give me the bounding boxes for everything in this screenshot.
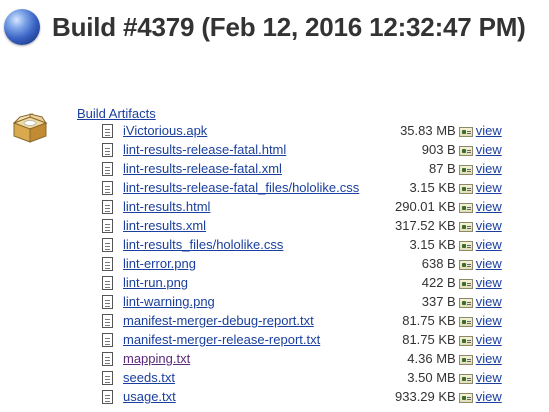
- artifact-link[interactable]: lint-error.png: [123, 256, 196, 271]
- view-link[interactable]: view: [476, 142, 502, 157]
- artifact-row: lint-results-release-fatal.xml 87 B view: [102, 159, 502, 178]
- artifact-link[interactable]: usage.txt: [123, 389, 176, 404]
- artifact-row: usage.txt 933.29 KB view: [102, 387, 502, 406]
- fingerprint-icon[interactable]: [458, 202, 473, 213]
- artifact-row: manifest-merger-release-report.txt 81.75 …: [102, 330, 502, 349]
- artifact-row: lint-run.png 422 B view: [102, 273, 502, 292]
- document-icon: [102, 238, 113, 253]
- view-link[interactable]: view: [476, 332, 502, 347]
- fingerprint-icon[interactable]: [458, 392, 473, 403]
- fingerprint-icon[interactable]: [458, 297, 473, 308]
- view-link[interactable]: view: [476, 275, 502, 290]
- artifact-link[interactable]: lint-results-release-fatal.html: [123, 142, 286, 157]
- fingerprint-icon[interactable]: [458, 164, 473, 175]
- view-link[interactable]: view: [476, 180, 502, 195]
- document-icon: [102, 143, 113, 158]
- view-link[interactable]: view: [476, 370, 502, 385]
- document-icon: [102, 352, 113, 367]
- fingerprint-icon[interactable]: [458, 221, 473, 232]
- document-icon: [102, 200, 113, 215]
- fingerprint-icon[interactable]: [458, 240, 473, 251]
- build-artifacts-link[interactable]: Build Artifacts: [77, 106, 156, 121]
- view-link[interactable]: view: [476, 294, 502, 309]
- view-link[interactable]: view: [476, 199, 502, 214]
- document-icon: [102, 390, 113, 405]
- artifact-size: 3.50 MB: [407, 370, 456, 385]
- artifact-row: lint-results-release-fatal_files/hololik…: [102, 178, 502, 197]
- artifact-link[interactable]: mapping.txt: [123, 351, 190, 366]
- artifact-link[interactable]: lint-results-release-fatal.xml: [123, 161, 282, 176]
- artifact-link[interactable]: lint-run.png: [123, 275, 188, 290]
- document-icon: [102, 333, 113, 348]
- view-link[interactable]: view: [476, 351, 502, 366]
- build-status-ball-icon: [4, 9, 40, 45]
- artifact-size: 35.83 MB: [400, 123, 456, 138]
- artifact-size: 933.29 KB: [395, 389, 456, 404]
- fingerprint-icon[interactable]: [458, 335, 473, 346]
- artifact-link[interactable]: manifest-merger-debug-report.txt: [123, 313, 314, 328]
- document-icon: [102, 181, 113, 196]
- view-link[interactable]: view: [476, 256, 502, 271]
- fingerprint-icon[interactable]: [458, 278, 473, 289]
- document-icon: [102, 276, 113, 291]
- document-icon: [102, 257, 113, 272]
- document-icon: [102, 219, 113, 234]
- artifact-link[interactable]: lint-results.html: [123, 199, 210, 214]
- fingerprint-icon[interactable]: [458, 354, 473, 365]
- view-link[interactable]: view: [476, 161, 502, 176]
- artifact-row: iVictorious.apk 35.83 MB view: [102, 121, 502, 140]
- document-icon: [102, 124, 113, 139]
- artifact-size: 337 B: [421, 294, 456, 309]
- artifact-row: lint-error.png 638 B view: [102, 254, 502, 273]
- artifact-size: 290.01 KB: [395, 199, 456, 214]
- document-icon: [102, 295, 113, 310]
- document-icon: [102, 314, 113, 329]
- document-icon: [102, 371, 113, 386]
- fingerprint-icon[interactable]: [458, 259, 473, 270]
- artifact-row: lint-warning.png 337 B view: [102, 292, 502, 311]
- artifact-size: 638 B: [421, 256, 456, 271]
- fingerprint-icon[interactable]: [458, 316, 473, 327]
- view-link[interactable]: view: [476, 389, 502, 404]
- artifact-size: 317.52 KB: [395, 218, 456, 233]
- artifact-size: 4.36 MB: [407, 351, 456, 366]
- artifact-row: lint-results.xml 317.52 KB view: [102, 216, 502, 235]
- artifact-row: lint-results.html 290.01 KB view: [102, 197, 502, 216]
- view-link[interactable]: view: [476, 123, 502, 138]
- view-link[interactable]: view: [476, 313, 502, 328]
- build-header: Build #4379 (Feb 12, 2016 12:32:47 PM): [4, 6, 526, 48]
- artifact-row: manifest-merger-debug-report.txt 81.75 KB…: [102, 311, 502, 330]
- artifact-size: 422 B: [421, 275, 456, 290]
- artifact-link[interactable]: lint-warning.png: [123, 294, 215, 309]
- fingerprint-icon[interactable]: [458, 373, 473, 384]
- artifact-size: 81.75 KB: [402, 313, 456, 328]
- artifact-size: 3.15 KB: [409, 180, 456, 195]
- fingerprint-icon[interactable]: [458, 145, 473, 156]
- artifact-size: 3.15 KB: [409, 237, 456, 252]
- artifact-row: lint-results-release-fatal.html 903 B view: [102, 140, 502, 159]
- artifact-size: 87 B: [428, 161, 456, 176]
- artifact-link[interactable]: lint-results_files/hololike.css: [123, 237, 283, 252]
- artifact-link[interactable]: manifest-merger-release-report.txt: [123, 332, 320, 347]
- artifact-link[interactable]: lint-results-release-fatal_files/hololik…: [123, 180, 359, 195]
- artifact-link[interactable]: seeds.txt: [123, 370, 175, 385]
- artifact-link[interactable]: iVictorious.apk: [123, 123, 207, 138]
- artifact-row: seeds.txt 3.50 MB view: [102, 368, 502, 387]
- artifact-link[interactable]: lint-results.xml: [123, 218, 206, 233]
- view-link[interactable]: view: [476, 218, 502, 233]
- artifacts-table: iVictorious.apk 35.83 MB view lint-results-…: [102, 121, 502, 406]
- view-link[interactable]: view: [476, 237, 502, 252]
- fingerprint-icon[interactable]: [458, 183, 473, 194]
- artifact-row: mapping.txt 4.36 MB view: [102, 349, 502, 368]
- artifact-size: 903 B: [421, 142, 456, 157]
- document-icon: [102, 162, 113, 177]
- package-box-icon: [12, 113, 48, 143]
- fingerprint-icon[interactable]: [458, 126, 473, 137]
- artifact-row: lint-results_files/hololike.css 3.15 KB vi…: [102, 235, 502, 254]
- artifact-size: 81.75 KB: [402, 332, 456, 347]
- page-title: Build #4379 (Feb 12, 2016 12:32:47 PM): [52, 11, 526, 42]
